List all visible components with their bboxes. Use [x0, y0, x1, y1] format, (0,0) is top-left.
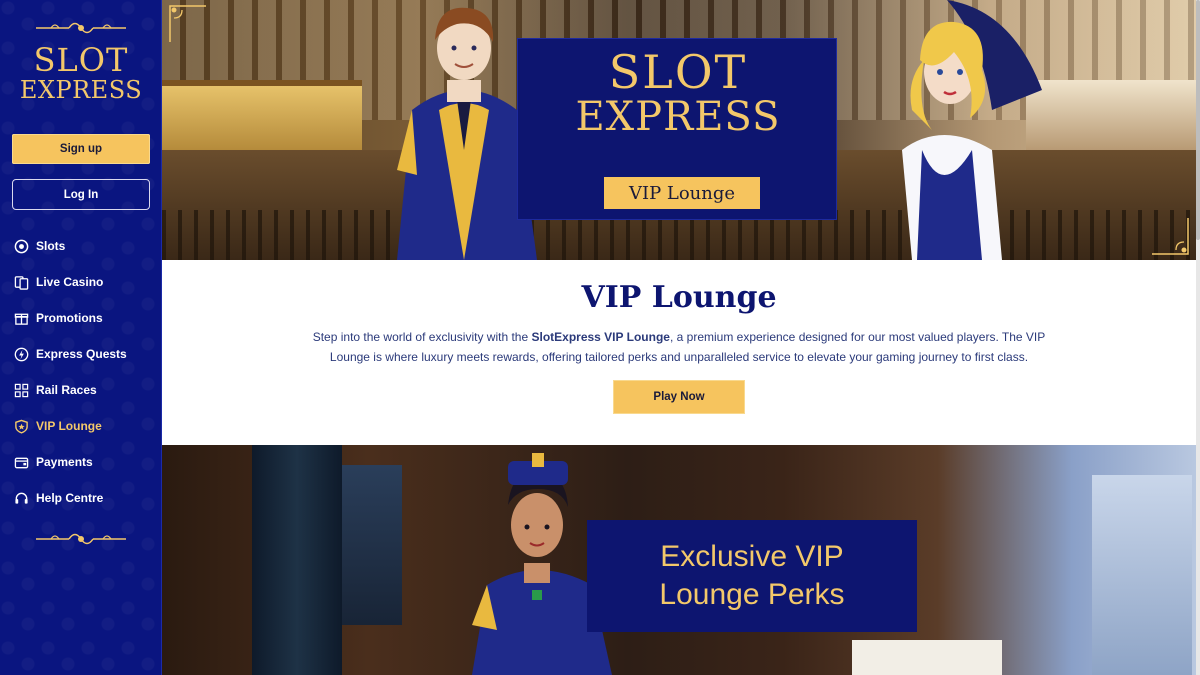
- snowy-window-image: [1092, 475, 1192, 675]
- play-now-button[interactable]: Play Now: [613, 380, 745, 414]
- slot-reel-icon: [13, 238, 29, 254]
- logo[interactable]: SLOT EXPRESS: [10, 44, 152, 102]
- sidebar-item-express-quests[interactable]: Express Quests: [0, 336, 162, 372]
- shield-icon: [13, 418, 29, 434]
- headset-icon: [13, 490, 29, 506]
- perks-title: Exclusive VIP Lounge Perks: [587, 538, 917, 614]
- curtain-image: [252, 445, 342, 675]
- corner-ornament-icon: [1152, 218, 1189, 255]
- perks-banner: Exclusive VIP Lounge Perks: [162, 445, 1196, 675]
- sidebar-item-label: Slots: [36, 239, 66, 253]
- train-right-image: [1026, 80, 1196, 150]
- sidebar-item-label: Promotions: [36, 311, 103, 325]
- sidebar-item-vip-lounge[interactable]: VIP Lounge: [0, 408, 162, 444]
- ornament-bottom-icon: [36, 533, 126, 545]
- grid-icon: [13, 382, 29, 398]
- sidebar-nav: Slots Live Casino Promotions Express Que…: [0, 228, 162, 516]
- intro-paragraph: Step into the world of exclusivity with …: [302, 327, 1056, 367]
- logo-line-1: SLOT: [33, 41, 129, 79]
- sidebar-item-help-centre[interactable]: Help Centre: [0, 480, 162, 516]
- sidebar-item-slots[interactable]: Slots: [0, 228, 162, 264]
- wallet-icon: [13, 454, 29, 470]
- hero-vip-tag: VIP Lounge: [604, 177, 760, 209]
- perks-title-line-1: Exclusive VIP: [660, 540, 844, 573]
- lightning-icon: [13, 346, 29, 362]
- hero-logo-panel: SLOT EXPRESS VIP Lounge: [517, 38, 837, 220]
- perks-title-card: Exclusive VIP Lounge Perks: [587, 520, 917, 632]
- sidebar-item-live-casino[interactable]: Live Casino: [0, 264, 162, 300]
- hero-banner: SLOT EXPRESS VIP Lounge: [162, 0, 1196, 260]
- corner-ornament-icon: [169, 5, 206, 42]
- sign-up-button[interactable]: Sign up: [12, 134, 150, 164]
- dining-table-image: [852, 640, 1002, 675]
- sidebar-item-payments[interactable]: Payments: [0, 444, 162, 480]
- lady-character-image: [902, 0, 1042, 260]
- ornament-top-icon: [36, 22, 126, 34]
- sidebar-item-rail-races[interactable]: Rail Races: [0, 372, 162, 408]
- sidebar-item-label: Express Quests: [36, 347, 127, 361]
- perks-title-line-2: Lounge Perks: [659, 578, 845, 611]
- gift-icon: [13, 310, 29, 326]
- hero-logo: SLOT EXPRESS: [518, 49, 838, 137]
- vip-intro-section: VIP Lounge Step into the world of exclus…: [162, 260, 1196, 445]
- hero-logo-line-1: SLOT: [608, 45, 748, 99]
- page-scrollbar-thumb[interactable]: [1196, 0, 1200, 240]
- sidebar-item-label: VIP Lounge: [36, 419, 102, 433]
- sidebar-item-label: Live Casino: [36, 275, 104, 289]
- page-title: VIP Lounge: [581, 280, 777, 315]
- sidebar: SLOT EXPRESS Sign up Log In Slots Live C…: [0, 0, 162, 675]
- logo-line-2: EXPRESS: [19, 76, 143, 104]
- main-content: SLOT EXPRESS VIP Lounge VIP Lounge Step …: [162, 0, 1196, 675]
- cards-icon: [13, 274, 29, 290]
- sidebar-item-label: Rail Races: [36, 383, 97, 397]
- intro-text-start: Step into the world of exclusivity with …: [312, 330, 532, 344]
- sidebar-item-label: Help Centre: [36, 491, 104, 505]
- sidebar-item-label: Payments: [36, 455, 93, 469]
- train-left-image: [162, 80, 362, 150]
- sidebar-item-promotions[interactable]: Promotions: [0, 300, 162, 336]
- hero-logo-line-2: EXPRESS: [575, 94, 781, 140]
- intro-text-brand: SlotExpress VIP Lounge: [531, 330, 670, 344]
- log-in-button[interactable]: Log In: [12, 179, 150, 210]
- carriage-window-image: [342, 465, 402, 625]
